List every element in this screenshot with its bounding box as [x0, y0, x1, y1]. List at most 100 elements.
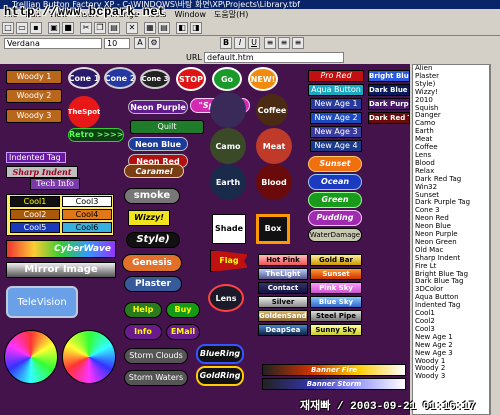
cut-icon[interactable]: ✂: [80, 22, 92, 34]
url-input[interactable]: default.htm: [204, 52, 344, 63]
go-button[interactable]: Go: [212, 67, 242, 91]
coffee-button[interactable]: Coffee: [256, 94, 288, 126]
open-icon[interactable]: ▭: [16, 22, 28, 34]
pudding-oval-button[interactable]: Pudding: [308, 210, 362, 226]
font-family-select[interactable]: Verdana: [4, 38, 102, 49]
help-button[interactable]: Help: [124, 302, 162, 318]
pro-red-button[interactable]: Pro Red: [308, 70, 364, 82]
cool1-button[interactable]: Cool1: [10, 196, 60, 207]
pink-sky-button[interactable]: Pink Sky: [310, 282, 362, 294]
aqua-button[interactable]: Aqua Button: [308, 84, 364, 96]
align-icon[interactable]: ◨: [190, 22, 202, 34]
info-button[interactable]: Info: [124, 324, 162, 340]
meat-button[interactable]: Meat: [256, 128, 292, 164]
cool6-button[interactable]: Cool6: [62, 222, 112, 233]
banner-storm-button[interactable]: Banner Storm: [262, 378, 406, 390]
menu-item-7[interactable]: 도움말(H): [210, 10, 252, 19]
color-icon[interactable]: ■: [62, 22, 74, 34]
grid-icon[interactable]: ▦: [144, 22, 156, 34]
dark-blue-tag-button[interactable]: Dark Blue Tag: [368, 84, 410, 96]
new-icon[interactable]: □: [2, 22, 14, 34]
style-button[interactable]: Style): [126, 232, 180, 248]
new-age-2-button[interactable]: New Age 2: [310, 112, 362, 124]
quilt-button[interactable]: Quilt: [130, 120, 204, 134]
italic-icon[interactable]: I: [234, 37, 246, 49]
paste-icon[interactable]: ▤: [108, 22, 120, 34]
hot-pink-button[interactable]: Hot Pink: [258, 254, 308, 266]
colorwheel-2[interactable]: [62, 330, 116, 384]
text-color-icon[interactable]: A: [134, 37, 146, 49]
align-left-icon[interactable]: ≡: [264, 37, 276, 49]
bright-blue-button[interactable]: Bright Blue: [368, 70, 410, 82]
underline-icon[interactable]: U: [248, 37, 260, 49]
indented-tag-button[interactable]: Indented Tag: [6, 152, 66, 163]
camo-button[interactable]: Camo: [210, 128, 246, 164]
font-size-select[interactable]: 10: [104, 38, 130, 49]
lens-button[interactable]: Lens: [208, 284, 244, 312]
caramel-button[interactable]: Caramel: [124, 164, 184, 178]
button-canvas[interactable]: Woody 1 Woody 2 Woody 3 Cone 1 Cone 2 Co…: [0, 64, 410, 415]
neon-purple-button[interactable]: Neon Purple: [128, 100, 188, 114]
effects-icon[interactable]: ⚙: [148, 37, 160, 49]
new-age-1-button[interactable]: New Age 1: [310, 98, 362, 110]
green-oval-button[interactable]: Green: [308, 192, 362, 208]
buy-button[interactable]: Buy: [166, 302, 200, 318]
sunset-grid-button[interactable]: Sunset: [310, 268, 362, 280]
genesis-button[interactable]: Genesis: [122, 254, 182, 272]
save-icon[interactable]: ▪: [30, 22, 42, 34]
cone-3-button[interactable]: Cone 3: [140, 69, 170, 89]
cone-2-button[interactable]: Cone 2: [104, 67, 136, 89]
waterdamage-button[interactable]: WaterDamage: [308, 228, 362, 242]
blood-button[interactable]: Blood: [256, 164, 292, 200]
gold-bar-button[interactable]: Gold Bar: [310, 254, 362, 266]
align-center-icon[interactable]: ≡: [278, 37, 290, 49]
storm-clouds-button[interactable]: Storm Clouds: [124, 348, 188, 364]
new-button[interactable]: NEW!: [248, 67, 278, 91]
deapsea-button[interactable]: DeapSea: [258, 324, 308, 336]
smoke-button[interactable]: smoke: [124, 188, 180, 204]
goldensands-button[interactable]: GoldenSands: [258, 310, 308, 322]
shade-button[interactable]: Shade: [212, 214, 246, 244]
colorwheel-1[interactable]: [4, 330, 58, 384]
dark-red-tag-button[interactable]: Dark Red Tag: [368, 112, 410, 124]
plaster-button[interactable]: Plaster: [124, 276, 182, 292]
cone-1-button[interactable]: Cone 1: [68, 67, 100, 89]
banner-fire-button[interactable]: Banner Fire: [262, 364, 406, 376]
menu-item-6[interactable]: Window: [170, 10, 210, 19]
television-button[interactable]: TeleVision: [6, 286, 78, 318]
image-icon[interactable]: ▣: [48, 22, 60, 34]
delete-icon[interactable]: ✕: [126, 22, 138, 34]
neon-blue-button[interactable]: Neon Blue: [128, 137, 188, 151]
stop-button[interactable]: STOP: [176, 67, 206, 91]
cool3-button[interactable]: Cool3: [62, 196, 112, 207]
earth-button[interactable]: Earth: [210, 164, 246, 200]
storm-waters-button[interactable]: Storm Waters: [124, 370, 188, 386]
dark-purple-button[interactable]: Dark Purple: [368, 98, 410, 110]
library-scrollbar[interactable]: [490, 64, 500, 415]
mirror-image-button[interactable]: Mirror Image: [6, 262, 116, 278]
copy-icon[interactable]: ❐: [94, 22, 106, 34]
goldring-button[interactable]: GoldRing: [196, 366, 244, 386]
cyberwave-button[interactable]: CyberWave: [6, 240, 116, 258]
bold-icon[interactable]: B: [220, 37, 232, 49]
email-button[interactable]: EMail: [166, 324, 200, 340]
new-age-4-button[interactable]: New Age 4: [310, 140, 362, 152]
woody-3-button[interactable]: Woody 3: [6, 109, 62, 123]
steel-pipe-button[interactable]: Steel Pipe: [310, 310, 362, 322]
thelight-button[interactable]: TheLight: [258, 268, 308, 280]
wizzy-button[interactable]: Wizzy!: [128, 210, 170, 226]
align-right-icon[interactable]: ≡: [292, 37, 304, 49]
cool4-button[interactable]: Cool4: [62, 209, 112, 220]
sunset-oval-button[interactable]: Sunset: [308, 156, 362, 172]
library-list[interactable]: Alien Plaster Style) Wizzy! 2010 Squish Danger…: [412, 64, 490, 415]
flag-button[interactable]: Flag: [210, 250, 248, 272]
woody-2-button[interactable]: Woody 2: [6, 89, 62, 103]
cool2-button[interactable]: Cool2: [10, 209, 60, 220]
ocean-oval-button[interactable]: Ocean: [308, 174, 362, 190]
arrange-icon[interactable]: ◧: [176, 22, 188, 34]
box-button[interactable]: Box: [256, 214, 290, 244]
bluering-button[interactable]: BlueRing: [196, 344, 244, 364]
contact-button[interactable]: Contact: [258, 282, 308, 294]
new-age-3-button[interactable]: New Age 3: [310, 126, 362, 138]
planet-blank[interactable]: [210, 92, 246, 128]
